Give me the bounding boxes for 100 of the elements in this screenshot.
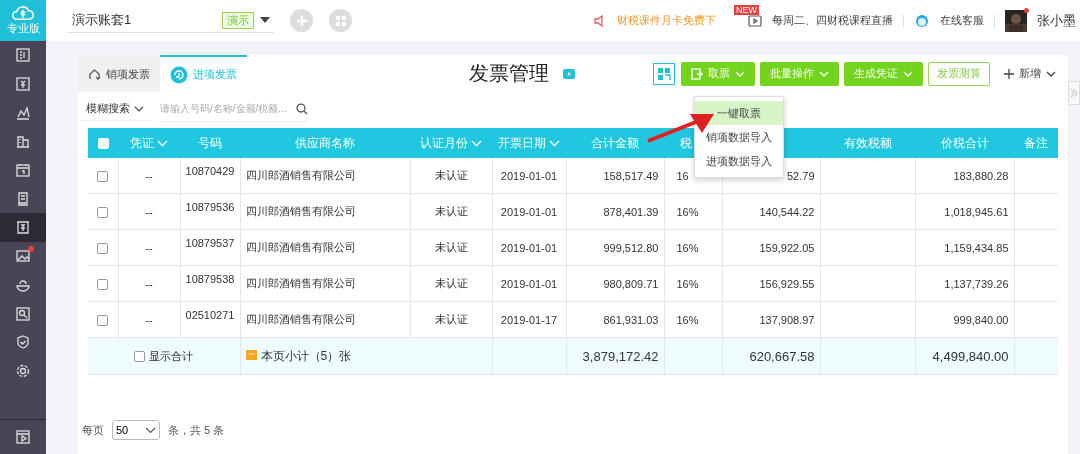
plus-icon	[1004, 68, 1014, 79]
table-cell: 1,018,945.61	[944, 205, 1009, 218]
table-cell: --	[145, 277, 153, 290]
caret-icon	[260, 17, 270, 23]
table-cell: 10879537	[185, 237, 235, 249]
table-cell: 未认证	[434, 313, 468, 325]
per-page-label: 每页	[82, 422, 104, 438]
table-cell: 10879536	[185, 201, 235, 213]
menu-item[interactable]: 销项数据导入	[695, 125, 783, 149]
column-header: 合计金额	[566, 128, 664, 158]
double-chevron-icon	[1070, 88, 1078, 98]
column-header: 价税合计	[915, 128, 1014, 158]
account-tag: 演示	[222, 11, 254, 29]
receipt-icon	[15, 219, 31, 236]
row-checkbox[interactable]	[97, 314, 109, 326]
chevron-down-icon	[134, 105, 144, 112]
show-total-label: 显示合计	[149, 349, 194, 362]
table-cell: 861,931.03	[603, 313, 659, 326]
table-cell: 156,929.55	[759, 277, 815, 290]
notification-dot	[1024, 7, 1029, 13]
chevron-down-icon	[471, 139, 482, 147]
image-icon	[15, 248, 31, 265]
import-icon	[691, 67, 703, 80]
table-cell: 2019-01-01	[500, 205, 558, 218]
table-cell: --	[145, 313, 153, 326]
page-title: 发票管理	[469, 61, 549, 86]
search-icon	[296, 102, 308, 115]
scroll-icon	[15, 190, 31, 207]
sidebar-item[interactable]	[0, 213, 46, 242]
column-header: 有效税额	[820, 128, 915, 158]
chevron-down-icon	[903, 70, 913, 77]
table-cell: 183,880.28	[953, 169, 1009, 182]
table-cell: 158,517.49	[603, 169, 659, 182]
shield-icon	[15, 334, 31, 351]
table-cell: 52.79	[786, 169, 815, 182]
table-cell: 2019-01-01	[500, 241, 558, 254]
subtotal-total: 4,499,840.00	[932, 348, 1009, 364]
tv-icon	[748, 14, 762, 27]
select-all-checkbox[interactable]	[97, 138, 109, 150]
page-size-select[interactable]: 50	[112, 420, 160, 440]
live-course-link[interactable]: 每周二、四财税课程直播	[772, 13, 893, 28]
table-cell: 159,922.05	[759, 241, 815, 254]
column-header: 供应商名称	[240, 128, 410, 158]
table-cell: --	[145, 169, 153, 182]
menu-item[interactable]: 一键取票	[695, 101, 783, 125]
user-name[interactable]: 张小墨	[1037, 11, 1076, 30]
table-cell: 137,908.97	[759, 313, 815, 326]
column-header: 备注	[1014, 128, 1058, 158]
collapse-handle[interactable]	[1068, 81, 1080, 105]
add-dropdown-button[interactable]: 新增	[998, 65, 1062, 82]
subtotal-tax: 620,667.58	[749, 348, 815, 364]
plus-icon	[295, 14, 308, 27]
table-cell: 未认证	[434, 205, 468, 217]
grid-icon	[334, 14, 347, 27]
row-checkbox[interactable]	[97, 242, 109, 254]
search-icon	[15, 305, 31, 322]
table-cell: 2019-01-17	[500, 313, 558, 326]
row-checkbox[interactable]	[97, 206, 109, 218]
house-icon	[88, 68, 101, 81]
table-cell: 16%	[676, 241, 699, 254]
column-header: 号码	[180, 128, 240, 158]
table-cell: 未认证	[434, 277, 468, 289]
row-checkbox[interactable]	[97, 278, 109, 290]
account-name: 演示账套1	[72, 11, 133, 29]
chevron-down-icon	[1046, 70, 1056, 77]
record-count: 条，共 5 条	[168, 422, 225, 438]
show-total-checkbox[interactable]	[134, 351, 146, 363]
video-icon[interactable]	[563, 68, 575, 79]
folder-icon	[245, 349, 257, 360]
table-cell: 140,544.22	[759, 205, 815, 218]
chevron-down-icon	[735, 70, 745, 77]
search-mode-dropdown[interactable]: 模糊搜索	[80, 97, 150, 121]
table-cell: 四川郎酒销售有限公司	[245, 277, 356, 289]
table-cell: 四川郎酒销售有限公司	[245, 313, 356, 325]
table-cell: --	[145, 205, 153, 218]
table-cell: 10879538	[185, 273, 235, 285]
table-cell: 878,401.39	[603, 205, 659, 218]
table-cell: 1,159,434.85	[944, 241, 1009, 254]
table-cell: 10870429	[185, 165, 235, 177]
doc-icon	[15, 47, 31, 64]
search-field[interactable]: 请输入号码/名称/金额/税额...	[158, 96, 308, 122]
row-checkbox[interactable]	[97, 170, 109, 182]
scan-button[interactable]	[653, 62, 675, 85]
gear-icon	[15, 362, 31, 379]
chart-icon	[15, 104, 31, 121]
tab[interactable]: 销项发票	[78, 55, 160, 92]
table-cell: --	[145, 241, 153, 254]
table-cell: 980,809.71	[603, 277, 659, 290]
chevron-down-icon	[549, 139, 560, 147]
table-cell: 2019-01-01	[500, 169, 558, 182]
account-selector[interactable]: 演示账套1 演示	[68, 8, 274, 33]
online-service-link[interactable]: 在线客服	[940, 13, 984, 28]
subtotal-label: 本页小计（5）张	[260, 348, 352, 363]
notification-dot	[28, 245, 34, 252]
table-cell: 未认证	[434, 241, 468, 253]
table-cell: 未认证	[434, 169, 468, 181]
table-cell: 02510271	[185, 309, 235, 321]
table-cell: 四川郎酒销售有限公司	[245, 169, 356, 181]
menu-item[interactable]: 进项数据导入	[695, 149, 783, 173]
table-cell: 1,137,739.26	[944, 277, 1009, 290]
